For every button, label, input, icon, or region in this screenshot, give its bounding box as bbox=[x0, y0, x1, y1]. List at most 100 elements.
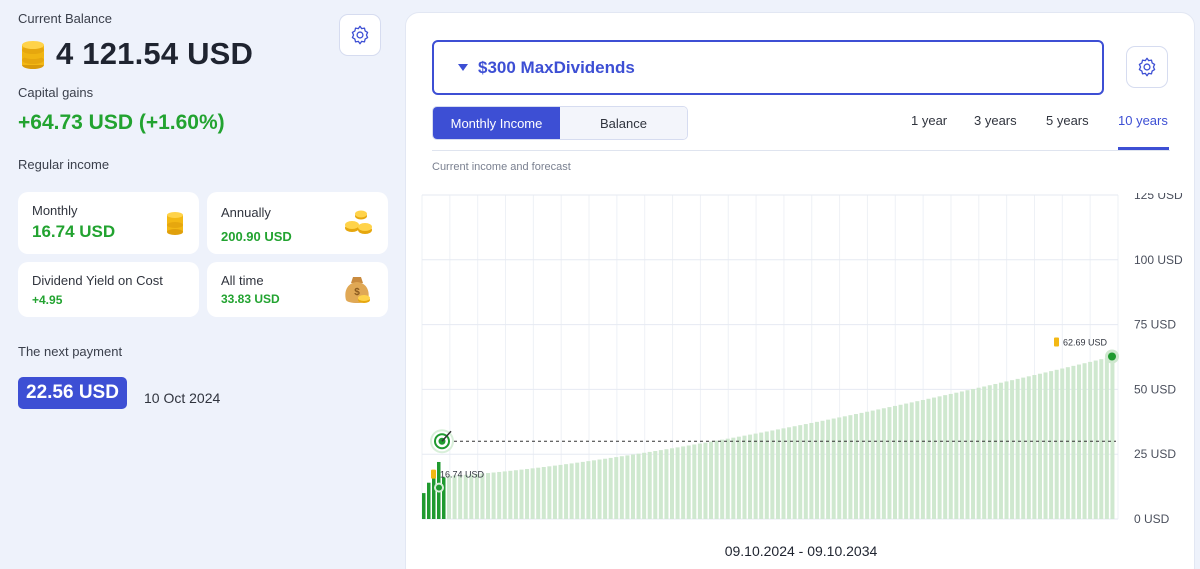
forecast-bar bbox=[658, 450, 663, 519]
next-payment-date: 10 Oct 2024 bbox=[144, 390, 221, 406]
y-tick-label: 25 USD bbox=[1134, 447, 1176, 461]
divider bbox=[432, 150, 1170, 151]
forecast-panel: $300 MaxDividends Monthly Income Balance… bbox=[405, 12, 1195, 569]
forecast-bar bbox=[502, 471, 507, 519]
forecast-bar bbox=[937, 396, 942, 519]
monthly-label: Monthly bbox=[32, 203, 78, 218]
forecast-bar bbox=[614, 457, 619, 519]
annually-value: 200.90 USD bbox=[221, 229, 292, 244]
forecast-bar bbox=[831, 418, 836, 519]
forecast-bar bbox=[792, 426, 797, 519]
forecast-bar bbox=[653, 451, 658, 519]
tab-monthly-income[interactable]: Monthly Income bbox=[433, 107, 560, 139]
forecast-bar bbox=[1071, 365, 1076, 519]
current-balance-label: Current Balance bbox=[18, 11, 112, 26]
forecast-bar bbox=[519, 469, 524, 519]
forecast-bar bbox=[1060, 368, 1065, 519]
coins-icon bbox=[345, 210, 372, 234]
start-value-label: 16.74 USD bbox=[440, 470, 485, 480]
forecast-bar bbox=[1065, 367, 1070, 519]
svg-text:$: $ bbox=[354, 287, 360, 298]
forecast-bar bbox=[971, 388, 976, 519]
forecast-bar bbox=[558, 464, 563, 519]
y-tick-label: 75 USD bbox=[1134, 318, 1176, 332]
forecast-bar bbox=[982, 386, 987, 519]
forecast-bar bbox=[1088, 361, 1093, 519]
forecast-bar bbox=[826, 419, 831, 519]
forecast-bar bbox=[926, 398, 931, 519]
income-forecast-chart: 0 USD 25 USD 50 USD 75 USD 100 USD 125 USD 16.… bbox=[421, 193, 1183, 526]
forecast-bar bbox=[904, 403, 909, 519]
period-3-years[interactable]: 3 years bbox=[974, 113, 1017, 128]
forecast-bar bbox=[1110, 356, 1115, 519]
current-balance: 4 121.54 USD bbox=[18, 36, 253, 72]
forecast-bar bbox=[1015, 378, 1020, 519]
money-bag-icon: $ bbox=[345, 277, 370, 303]
forecast-bar bbox=[508, 470, 513, 519]
forecast-bar bbox=[697, 443, 702, 519]
period-1-year[interactable]: 1 year bbox=[911, 113, 947, 128]
forecast-bar bbox=[625, 455, 630, 519]
forecast-bar bbox=[703, 442, 708, 519]
forecast-bar bbox=[859, 412, 864, 519]
gear-icon bbox=[351, 25, 369, 45]
forecast-bar bbox=[915, 401, 920, 519]
forecast-bar bbox=[541, 466, 546, 519]
forecast-bar bbox=[764, 431, 769, 519]
forecast-bar bbox=[842, 416, 847, 519]
capital-gains-label: Capital gains bbox=[18, 85, 94, 100]
forecast-bar bbox=[920, 399, 925, 519]
forecast-bar bbox=[647, 451, 652, 519]
forecast-bar bbox=[887, 407, 892, 519]
period-10-years[interactable]: 10 years bbox=[1118, 113, 1168, 128]
forecast-bar bbox=[865, 411, 870, 519]
forecast-bar bbox=[1037, 373, 1042, 519]
forecast-bar bbox=[954, 392, 959, 519]
forecast-bar bbox=[742, 435, 747, 519]
portfolio-dropdown[interactable]: $300 MaxDividends bbox=[432, 40, 1104, 95]
forecast-bar bbox=[474, 473, 479, 519]
annual-income-card: Annually 200.90 USD bbox=[207, 192, 388, 254]
balance-settings-button[interactable] bbox=[339, 14, 381, 56]
portfolio-settings-button[interactable] bbox=[1126, 46, 1168, 88]
forecast-bar bbox=[753, 433, 758, 519]
forecast-bar bbox=[814, 421, 819, 519]
capital-gains-value: +64.73 USD (+1.60%) bbox=[18, 111, 225, 134]
forecast-bar bbox=[619, 456, 624, 519]
y-tick-label: 100 USD bbox=[1134, 253, 1183, 267]
forecast-bar bbox=[530, 468, 535, 519]
forecast-bar bbox=[608, 457, 613, 519]
annually-label: Annually bbox=[221, 205, 271, 220]
forecast-bar bbox=[993, 383, 998, 519]
forecast-bar bbox=[943, 395, 948, 519]
forecast-bar bbox=[447, 475, 452, 519]
forecast-bar bbox=[1104, 357, 1109, 519]
forecast-bar bbox=[731, 437, 736, 519]
start-marker bbox=[436, 484, 442, 491]
forecast-bar bbox=[775, 429, 780, 519]
forecast-bar bbox=[965, 390, 970, 519]
forecast-bar bbox=[1010, 380, 1015, 519]
forecast-bar bbox=[552, 465, 557, 519]
forecast-bar bbox=[820, 420, 825, 519]
forecast-bar bbox=[636, 453, 641, 519]
y-tick-label: 125 USD bbox=[1134, 193, 1183, 202]
forecast-bar bbox=[976, 387, 981, 519]
forecast-bar bbox=[1054, 369, 1059, 519]
forecast-bar bbox=[586, 461, 591, 519]
forecast-bar bbox=[670, 448, 675, 519]
coin-stack-icon bbox=[167, 212, 183, 235]
coin-stack-icon bbox=[22, 41, 44, 69]
forecast-bar bbox=[686, 445, 691, 519]
forecast-bar bbox=[1032, 375, 1037, 519]
forecast-bar bbox=[575, 462, 580, 519]
period-5-years[interactable]: 5 years bbox=[1046, 113, 1089, 128]
regular-income-label: Regular income bbox=[18, 157, 110, 172]
forecast-bar bbox=[463, 474, 468, 519]
forecast-bar bbox=[564, 464, 569, 519]
portfolio-name: $300 MaxDividends bbox=[478, 57, 635, 77]
tab-balance[interactable]: Balance bbox=[560, 107, 687, 139]
balance-amount: 4 121.54 USD bbox=[56, 36, 254, 71]
forecast-bar bbox=[480, 473, 485, 519]
forecast-bar bbox=[591, 460, 596, 519]
